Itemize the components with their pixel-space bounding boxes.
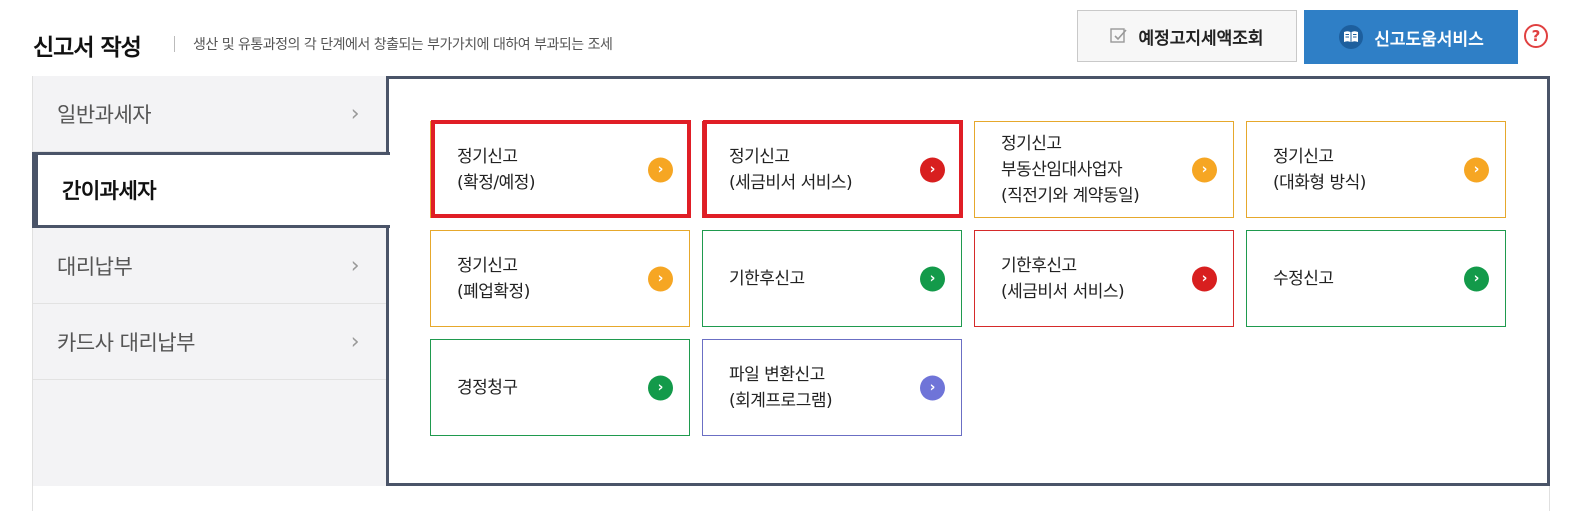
question-icon[interactable]: ? xyxy=(1524,24,1548,48)
sidebar-item-simplified-taxpayer[interactable]: 간이과세자 xyxy=(32,152,390,228)
arrow-right-icon: › xyxy=(920,266,945,291)
late-filing-card[interactable]: 기한후신고 › xyxy=(702,230,962,327)
card-label: 정기신고 (확정/예정) xyxy=(457,146,536,193)
regular-filing-real-estate-lease-card[interactable]: 정기신고 부동산임대사업자 (직전기와 계약동일) › xyxy=(974,121,1234,218)
card-label: 정기신고 부동산임대사업자 (직전기와 계약동일) xyxy=(1001,133,1140,206)
page-description: 생산 및 유통과정의 각 단계에서 창출되는 부가가치에 대하여 부과되는 조세 xyxy=(193,37,613,53)
amended-filing-card[interactable]: 수정신고 › xyxy=(1246,230,1506,327)
filing-help-service-button[interactable]: 신고도움서비스 xyxy=(1304,10,1518,64)
book-icon xyxy=(1339,25,1364,49)
arrow-right-icon: › xyxy=(648,375,673,400)
arrow-right-icon: › xyxy=(1192,266,1217,291)
content-bottom-frame xyxy=(32,486,1550,511)
sidebar-item-label: 대리납부 xyxy=(57,254,133,279)
active-tab-connector xyxy=(386,155,390,225)
file-conversion-filing-card[interactable]: 파일 변환신고 (회계프로그램) › xyxy=(702,339,962,436)
card-label: 정기신고 (세금비서 서비스) xyxy=(729,146,853,193)
card-label: 파일 변환신고 (회계프로그램) xyxy=(729,364,833,411)
title-divider xyxy=(174,36,175,52)
card-label: 정기신고 (폐업확정) xyxy=(457,255,530,302)
checkbox-edit-icon xyxy=(1110,28,1128,43)
arrow-right-icon: › xyxy=(1192,157,1217,182)
sidebar-item-proxy-payment[interactable]: 대리납부 › xyxy=(33,228,389,304)
header-bar: 신고서 작성 생산 및 유통과정의 각 단계에서 창출되는 부가가치에 대하여 … xyxy=(0,0,1586,70)
regular-filing-closure-card[interactable]: 정기신고 (폐업확정) › xyxy=(430,230,690,327)
chevron-right-icon: › xyxy=(350,253,360,278)
sidebar-item-label: 카드사 대리납부 xyxy=(57,330,195,355)
arrow-right-icon: › xyxy=(1464,157,1489,182)
taxpayer-type-sidebar: 일반과세자 › 간이과세자 대리납부 › 카드사 대리납부 › xyxy=(32,76,390,486)
correction-claim-card[interactable]: 경정청구 › xyxy=(430,339,690,436)
regular-filing-tax-secretary-card[interactable]: 정기신고 (세금비서 서비스) › xyxy=(702,121,962,218)
card-label: 기한후신고 xyxy=(729,268,805,289)
card-label: 수정신고 xyxy=(1273,268,1334,289)
regular-filing-final-preliminary-card[interactable]: 정기신고 (확정/예정) › xyxy=(430,121,690,218)
chevron-right-icon: › xyxy=(350,101,360,126)
arrow-right-icon: › xyxy=(648,266,673,291)
filing-help-service-label: 신고도움서비스 xyxy=(1374,29,1484,50)
late-filing-tax-secretary-card[interactable]: 기한후신고 (세금비서 서비스) › xyxy=(974,230,1234,327)
arrow-right-icon: › xyxy=(920,375,945,400)
arrow-right-icon: › xyxy=(1464,266,1489,291)
sidebar-item-label: 간이과세자 xyxy=(62,179,157,203)
card-label: 기한후신고 (세금비서 서비스) xyxy=(1001,255,1125,302)
sidebar-item-label: 일반과세자 xyxy=(57,102,152,127)
regular-filing-interactive-card[interactable]: 정기신고 (대화형 방식) › xyxy=(1246,121,1506,218)
sidebar-item-general-taxpayer[interactable]: 일반과세자 › xyxy=(33,76,389,152)
chevron-right-icon: › xyxy=(350,329,360,354)
arrow-right-icon: › xyxy=(920,157,945,182)
arrow-right-icon: › xyxy=(648,157,673,182)
page-title: 신고서 작성 xyxy=(33,35,142,61)
card-label: 경정청구 xyxy=(457,377,518,398)
card-label: 정기신고 (대화형 방식) xyxy=(1273,146,1366,193)
forecast-tax-inquiry-label: 예정고지세액조회 xyxy=(1138,28,1264,49)
sidebar-item-card-company-proxy-payment[interactable]: 카드사 대리납부 › xyxy=(33,304,389,380)
forecast-tax-inquiry-button[interactable]: 예정고지세액조회 xyxy=(1077,10,1297,62)
